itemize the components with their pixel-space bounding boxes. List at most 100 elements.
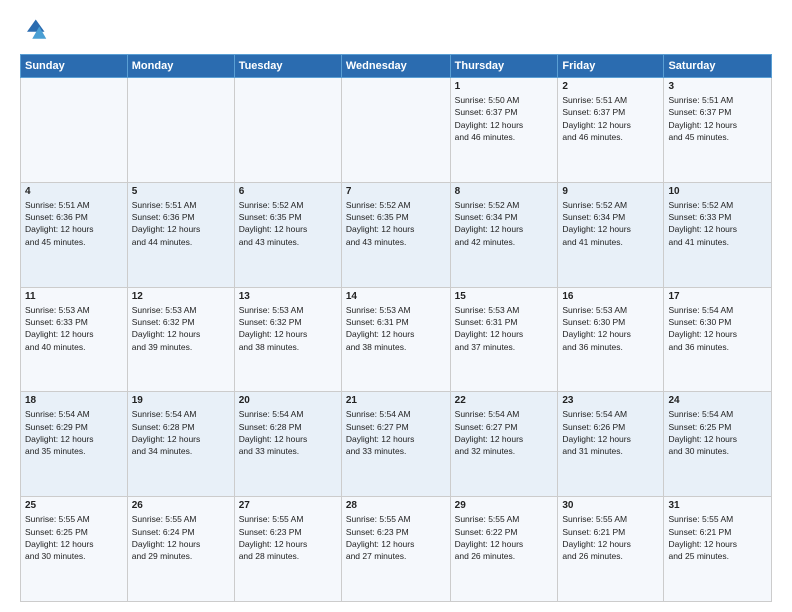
day-number: 8 [455, 186, 554, 197]
calendar-cell: 5 Sunrise: 5:51 AM Sunset: 6:36 PM Daylig… [127, 182, 234, 287]
cell-content: Sunrise: 5:55 AM Sunset: 6:25 PM Dayligh… [25, 513, 123, 562]
cell-content: Sunrise: 5:53 AM Sunset: 6:32 PM Dayligh… [239, 304, 337, 353]
cell-content: Sunrise: 5:52 AM Sunset: 6:35 PM Dayligh… [346, 199, 446, 248]
day-header-tuesday: Tuesday [234, 55, 341, 78]
calendar-cell [234, 78, 341, 183]
day-number: 24 [668, 395, 767, 406]
cell-content: Sunrise: 5:54 AM Sunset: 6:30 PM Dayligh… [668, 304, 767, 353]
week-row-4: 18Sunrise: 5:54 AM Sunset: 6:29 PM Dayli… [21, 392, 772, 497]
day-number: 9 [562, 186, 659, 197]
calendar-cell: 10Sunrise: 5:52 AM Sunset: 6:33 PM Dayli… [664, 182, 772, 287]
cell-content: Sunrise: 5:51 AM Sunset: 6:36 PM Dayligh… [132, 199, 230, 248]
day-header-monday: Monday [127, 55, 234, 78]
cell-content: Sunrise: 5:55 AM Sunset: 6:23 PM Dayligh… [346, 513, 446, 562]
day-number: 13 [239, 291, 337, 302]
calendar-cell: 19 Sunrise: 5:54 AM Sunset: 6:28 PM Dayli… [127, 392, 234, 497]
day-number: 30 [562, 500, 659, 511]
cell-content: Sunrise: 5:55 AM Sunset: 6:23 PM Dayligh… [239, 513, 337, 562]
calendar-cell: 25 Sunrise: 5:55 AM Sunset: 6:25 PM Dayli… [21, 497, 128, 602]
calendar-cell: 31 Sunrise: 5:55 AM Sunset: 6:21 PM Dayli… [664, 497, 772, 602]
day-number: 23 [562, 395, 659, 406]
day-header-sunday: Sunday [21, 55, 128, 78]
cell-content: Sunrise: 5:53 AM Sunset: 6:31 PM Dayligh… [346, 304, 446, 353]
calendar-cell: 24 Sunrise: 5:54 AM Sunset: 6:25 PM Dayli… [664, 392, 772, 497]
calendar-cell: 26Sunrise: 5:55 AM Sunset: 6:24 PM Dayli… [127, 497, 234, 602]
cell-content: Sunrise: 5:54 AM Sunset: 6:29 PM Dayligh… [25, 408, 123, 457]
day-number: 20 [239, 395, 337, 406]
calendar-cell [127, 78, 234, 183]
calendar-cell: 23 Sunrise: 5:54 AM Sunset: 6:26 PM Dayli… [558, 392, 664, 497]
cell-content: Sunrise: 5:50 AM Sunset: 6:37 PM Dayligh… [455, 94, 554, 143]
cell-content: Sunrise: 5:55 AM Sunset: 6:21 PM Dayligh… [562, 513, 659, 562]
cell-content: Sunrise: 5:54 AM Sunset: 6:25 PM Dayligh… [668, 408, 767, 457]
cell-content: Sunrise: 5:55 AM Sunset: 6:22 PM Dayligh… [455, 513, 554, 562]
calendar-cell: 11 Sunrise: 5:53 AM Sunset: 6:33 PM Dayli… [21, 287, 128, 392]
cell-content: Sunrise: 5:54 AM Sunset: 6:27 PM Dayligh… [346, 408, 446, 457]
calendar-cell: 22 Sunrise: 5:54 AM Sunset: 6:27 PM Dayli… [450, 392, 558, 497]
calendar-cell: 14 Sunrise: 5:53 AM Sunset: 6:31 PM Dayli… [341, 287, 450, 392]
day-number: 29 [455, 500, 554, 511]
day-number: 3 [668, 81, 767, 92]
cell-content: Sunrise: 5:51 AM Sunset: 6:37 PM Dayligh… [562, 94, 659, 143]
day-number: 7 [346, 186, 446, 197]
logo [20, 16, 52, 44]
calendar-cell: 13 Sunrise: 5:53 AM Sunset: 6:32 PM Dayli… [234, 287, 341, 392]
cell-content: Sunrise: 5:52 AM Sunset: 6:34 PM Dayligh… [455, 199, 554, 248]
cell-content: Sunrise: 5:51 AM Sunset: 6:36 PM Dayligh… [25, 199, 123, 248]
header-row: SundayMondayTuesdayWednesdayThursdayFrid… [21, 55, 772, 78]
day-number: 17 [668, 291, 767, 302]
calendar-cell: 21 Sunrise: 5:54 AM Sunset: 6:27 PM Dayli… [341, 392, 450, 497]
page: SundayMondayTuesdayWednesdayThursdayFrid… [0, 0, 792, 612]
cell-content: Sunrise: 5:55 AM Sunset: 6:21 PM Dayligh… [668, 513, 767, 562]
calendar-cell: 30 Sunrise: 5:55 AM Sunset: 6:21 PM Dayli… [558, 497, 664, 602]
calendar-cell: 9Sunrise: 5:52 AM Sunset: 6:34 PM Daylig… [558, 182, 664, 287]
cell-content: Sunrise: 5:55 AM Sunset: 6:24 PM Dayligh… [132, 513, 230, 562]
day-number: 15 [455, 291, 554, 302]
cell-content: Sunrise: 5:54 AM Sunset: 6:28 PM Dayligh… [132, 408, 230, 457]
cell-content: Sunrise: 5:53 AM Sunset: 6:30 PM Dayligh… [562, 304, 659, 353]
cell-content: Sunrise: 5:54 AM Sunset: 6:26 PM Dayligh… [562, 408, 659, 457]
calendar-cell: 6Sunrise: 5:52 AM Sunset: 6:35 PM Daylig… [234, 182, 341, 287]
calendar-cell: 17 Sunrise: 5:54 AM Sunset: 6:30 PM Dayli… [664, 287, 772, 392]
logo-icon [20, 16, 48, 44]
calendar-cell: 8 Sunrise: 5:52 AM Sunset: 6:34 PM Daylig… [450, 182, 558, 287]
cell-content: Sunrise: 5:53 AM Sunset: 6:33 PM Dayligh… [25, 304, 123, 353]
cell-content: Sunrise: 5:54 AM Sunset: 6:28 PM Dayligh… [239, 408, 337, 457]
day-header-thursday: Thursday [450, 55, 558, 78]
calendar-cell: 2 Sunrise: 5:51 AM Sunset: 6:37 PM Daylig… [558, 78, 664, 183]
cell-content: Sunrise: 5:53 AM Sunset: 6:32 PM Dayligh… [132, 304, 230, 353]
cell-content: Sunrise: 5:54 AM Sunset: 6:27 PM Dayligh… [455, 408, 554, 457]
calendar-cell: 15Sunrise: 5:53 AM Sunset: 6:31 PM Dayli… [450, 287, 558, 392]
calendar-cell [21, 78, 128, 183]
calendar-cell [341, 78, 450, 183]
week-row-1: 1Sunrise: 5:50 AM Sunset: 6:37 PM Daylig… [21, 78, 772, 183]
calendar-cell: 4 Sunrise: 5:51 AM Sunset: 6:36 PM Daylig… [21, 182, 128, 287]
week-row-3: 11 Sunrise: 5:53 AM Sunset: 6:33 PM Dayli… [21, 287, 772, 392]
calendar-table: SundayMondayTuesdayWednesdayThursdayFrid… [20, 54, 772, 602]
calendar-cell: 29 Sunrise: 5:55 AM Sunset: 6:22 PM Dayli… [450, 497, 558, 602]
day-number: 22 [455, 395, 554, 406]
calendar-cell: 16 Sunrise: 5:53 AM Sunset: 6:30 PM Dayli… [558, 287, 664, 392]
day-number: 4 [25, 186, 123, 197]
calendar-cell: 12Sunrise: 5:53 AM Sunset: 6:32 PM Dayli… [127, 287, 234, 392]
day-number: 28 [346, 500, 446, 511]
day-number: 5 [132, 186, 230, 197]
calendar-cell: 28 Sunrise: 5:55 AM Sunset: 6:23 PM Dayli… [341, 497, 450, 602]
calendar-cell: 3 Sunrise: 5:51 AM Sunset: 6:37 PM Daylig… [664, 78, 772, 183]
day-number: 27 [239, 500, 337, 511]
day-number: 14 [346, 291, 446, 302]
day-header-friday: Friday [558, 55, 664, 78]
week-row-5: 25 Sunrise: 5:55 AM Sunset: 6:25 PM Dayli… [21, 497, 772, 602]
day-number: 2 [562, 81, 659, 92]
calendar-cell: 7 Sunrise: 5:52 AM Sunset: 6:35 PM Daylig… [341, 182, 450, 287]
day-number: 19 [132, 395, 230, 406]
day-number: 25 [25, 500, 123, 511]
day-number: 21 [346, 395, 446, 406]
day-header-saturday: Saturday [664, 55, 772, 78]
cell-content: Sunrise: 5:52 AM Sunset: 6:35 PM Dayligh… [239, 199, 337, 248]
cell-content: Sunrise: 5:51 AM Sunset: 6:37 PM Dayligh… [668, 94, 767, 143]
day-number: 31 [668, 500, 767, 511]
day-number: 11 [25, 291, 123, 302]
week-row-2: 4 Sunrise: 5:51 AM Sunset: 6:36 PM Daylig… [21, 182, 772, 287]
day-number: 16 [562, 291, 659, 302]
